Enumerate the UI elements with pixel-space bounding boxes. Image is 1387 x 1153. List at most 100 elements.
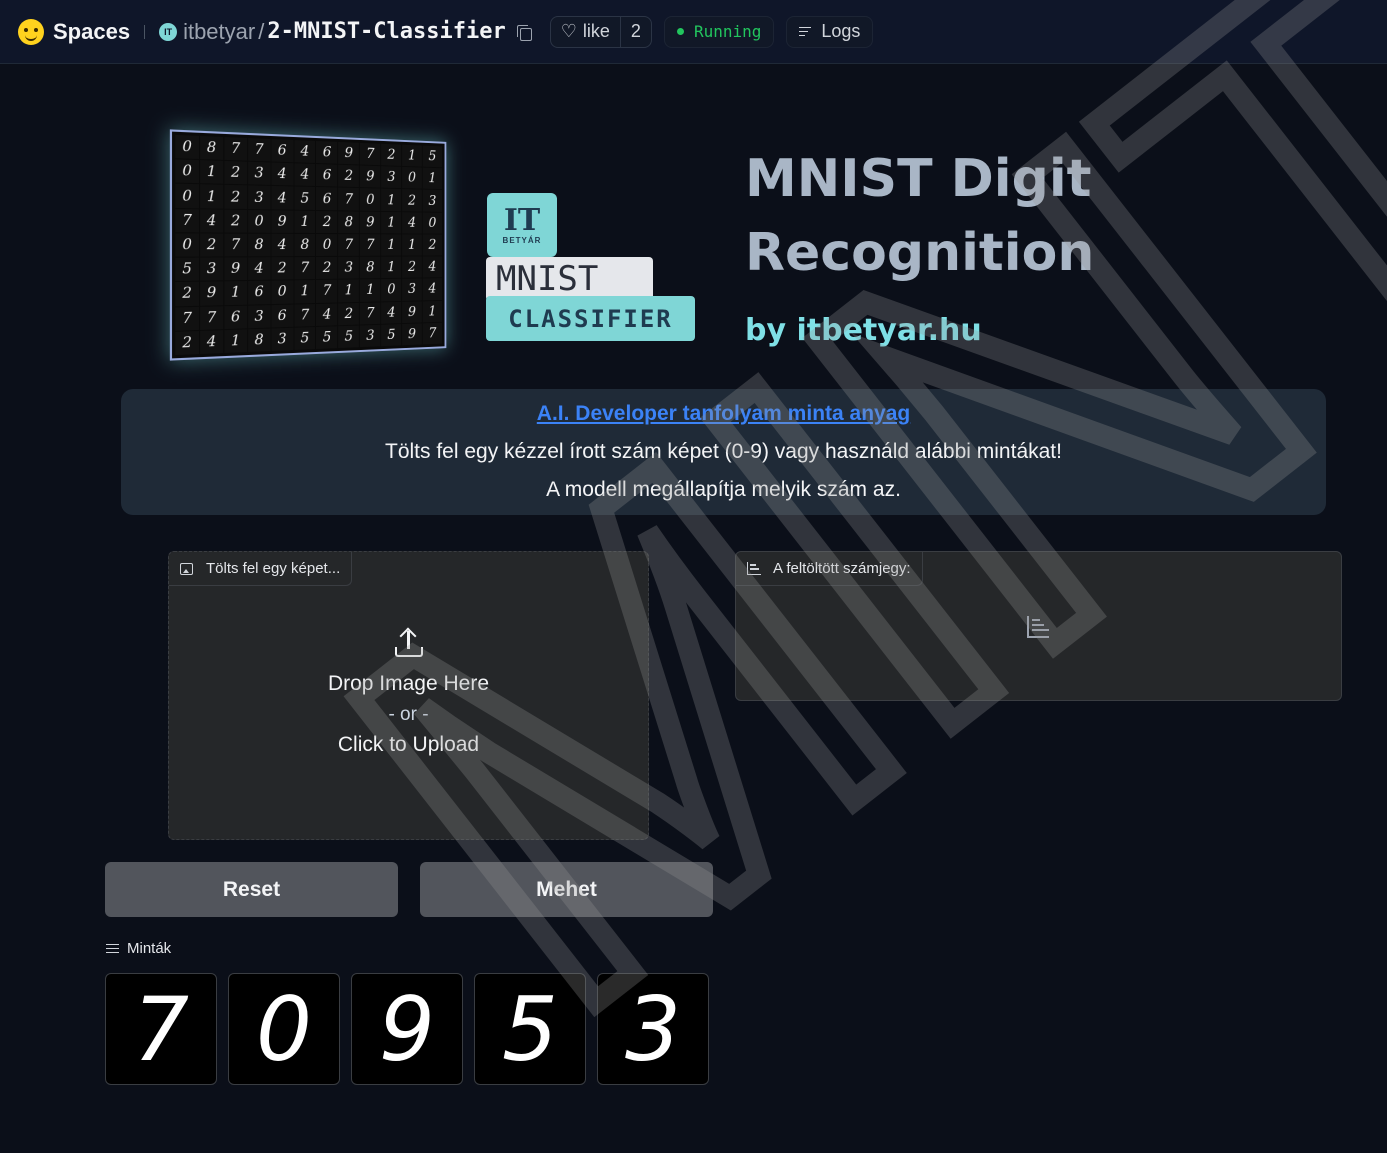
grid-digit: 3	[381, 166, 402, 189]
grid-digit: 2	[381, 143, 402, 167]
drop-image-text: Drop Image Here	[327, 672, 490, 695]
grid-digit: 5	[175, 257, 199, 282]
status-badge[interactable]: Running	[663, 15, 775, 48]
heart-icon: ♡	[560, 21, 577, 41]
grid-digit: 4	[402, 211, 422, 234]
examples-header: Minták	[106, 940, 171, 957]
output-label-text: A feltöltött számjegy:	[773, 560, 911, 577]
grid-digit: 9	[360, 211, 381, 234]
grid-digit: 5	[381, 323, 402, 347]
grid-digit: 2	[175, 330, 199, 356]
grid-digit: 1	[294, 280, 316, 304]
logs-button[interactable]: Logs	[786, 15, 874, 48]
grid-digit: 1	[360, 279, 381, 302]
grid-digit: 2	[422, 234, 442, 256]
example-digit-3[interactable]: 3	[597, 973, 709, 1085]
example-digit-9[interactable]: 9	[351, 973, 463, 1085]
grid-digit: 7	[316, 280, 338, 303]
copy-icon[interactable]	[516, 24, 532, 41]
description-line-2: A modell megállapítja melyik szám az.	[546, 478, 901, 501]
repo-name-link[interactable]: 2-MNIST-Classifier	[267, 19, 505, 44]
grid-digit: 0	[175, 233, 199, 257]
upload-label-text: Tölts fel egy képet...	[206, 560, 341, 577]
grid-digit: 1	[199, 160, 224, 185]
grid-digit: 7	[360, 301, 381, 325]
grid-digit: 7	[224, 137, 247, 161]
page-title: MNIST Digit Recognition	[745, 149, 1095, 283]
course-link[interactable]: A.I. Developer tanfolyam minta anyag	[121, 402, 1326, 426]
grid-digit: 5	[422, 145, 442, 168]
image-icon	[180, 562, 193, 575]
logo-classifier: CLASSIFIER	[486, 296, 695, 341]
grid-digit: 7	[294, 257, 316, 280]
grid-digit: 2	[224, 185, 247, 209]
like-button[interactable]: ♡ like 2	[549, 15, 652, 48]
spaces-link[interactable]: Spaces	[53, 19, 130, 45]
grid-digit: 4	[271, 233, 294, 257]
grid-digit: 7	[224, 233, 247, 257]
grid-digit: 2	[224, 161, 247, 185]
grid-digit: 2	[175, 282, 199, 306]
description-box: A.I. Developer tanfolyam minta anyag Töl…	[121, 389, 1326, 515]
grid-digit: 1	[224, 329, 247, 353]
grid-digit: 2	[316, 210, 338, 233]
grid-digit: 9	[360, 165, 381, 189]
grid-digit: 5	[316, 326, 338, 349]
grid-digit: 1	[381, 256, 402, 279]
grid-digit: 2	[199, 233, 224, 257]
reset-button[interactable]: Reset	[105, 862, 398, 917]
top-bar: Spaces IT itbetyar / 2-MNIST-Classifier …	[0, 0, 1387, 64]
description-line-1: Tölts fel egy kézzel írott szám képet (0…	[385, 440, 1062, 463]
grid-digit: 7	[199, 305, 224, 330]
grid-digit: 6	[247, 281, 271, 305]
grid-digit: 6	[316, 164, 338, 187]
page-byline: by itbetyar.hu	[745, 313, 982, 348]
prediction-output-panel: A feltöltött számjegy:	[735, 551, 1342, 701]
grid-digit: 4	[381, 301, 402, 324]
grid-digit: 4	[199, 329, 224, 354]
grid-digit: 4	[271, 162, 294, 186]
grid-digit: 4	[294, 163, 316, 187]
empty-chart-icon	[1027, 616, 1049, 638]
grid-digit: 2	[402, 189, 422, 212]
grid-digit: 1	[381, 234, 402, 256]
grid-digit: 1	[224, 281, 247, 305]
path-separator: /	[258, 18, 265, 44]
image-upload-dropzone[interactable]: Tölts fel egy képet... Drop Image Here -…	[168, 551, 649, 840]
grid-digit: 7	[247, 138, 271, 162]
grid-digit: 4	[199, 209, 224, 233]
grid-digit: 7	[360, 142, 381, 166]
submit-button[interactable]: Mehet	[420, 862, 713, 917]
upload-panel-label: Tölts fel egy képet...	[169, 552, 353, 586]
grid-digit: 4	[422, 256, 442, 278]
list-icon	[106, 943, 119, 954]
mnist-grid-image: 0877646972150123446293010123456701237420…	[168, 128, 468, 361]
grid-digit: 1	[402, 234, 422, 256]
examples-label: Minták	[127, 940, 172, 957]
grid-digit: 8	[360, 256, 381, 279]
grid-digit: 3	[422, 189, 442, 212]
owner-avatar[interactable]: IT	[159, 22, 178, 41]
grid-digit: 7	[422, 322, 442, 345]
logs-label: Logs	[821, 21, 861, 41]
grid-digit: 7	[338, 233, 360, 257]
like-toggle[interactable]: ♡ like	[551, 16, 621, 47]
huggingface-logo-icon[interactable]	[18, 18, 44, 45]
example-digit-5[interactable]: 5	[474, 973, 586, 1085]
upload-prompt[interactable]: Drop Image Here - or - Click to Upload	[169, 627, 648, 757]
grid-digit: 6	[316, 187, 338, 210]
like-count[interactable]: 2	[621, 21, 651, 42]
grid-digit: 4	[316, 303, 338, 326]
grid-digit: 8	[247, 233, 271, 257]
logo-mnist: MNIST	[486, 257, 653, 301]
grid-digit: 1	[338, 279, 360, 303]
owner-link[interactable]: itbetyar	[183, 19, 255, 45]
example-digit-0[interactable]: 0	[228, 973, 340, 1085]
status-text: Running	[693, 22, 762, 41]
grid-digit: 9	[199, 281, 224, 306]
example-digit-7[interactable]: 7	[105, 973, 217, 1085]
grid-digit: 9	[338, 141, 360, 165]
grid-digit: 9	[271, 210, 294, 233]
grid-digit: 2	[224, 209, 247, 233]
upload-icon	[394, 627, 424, 658]
